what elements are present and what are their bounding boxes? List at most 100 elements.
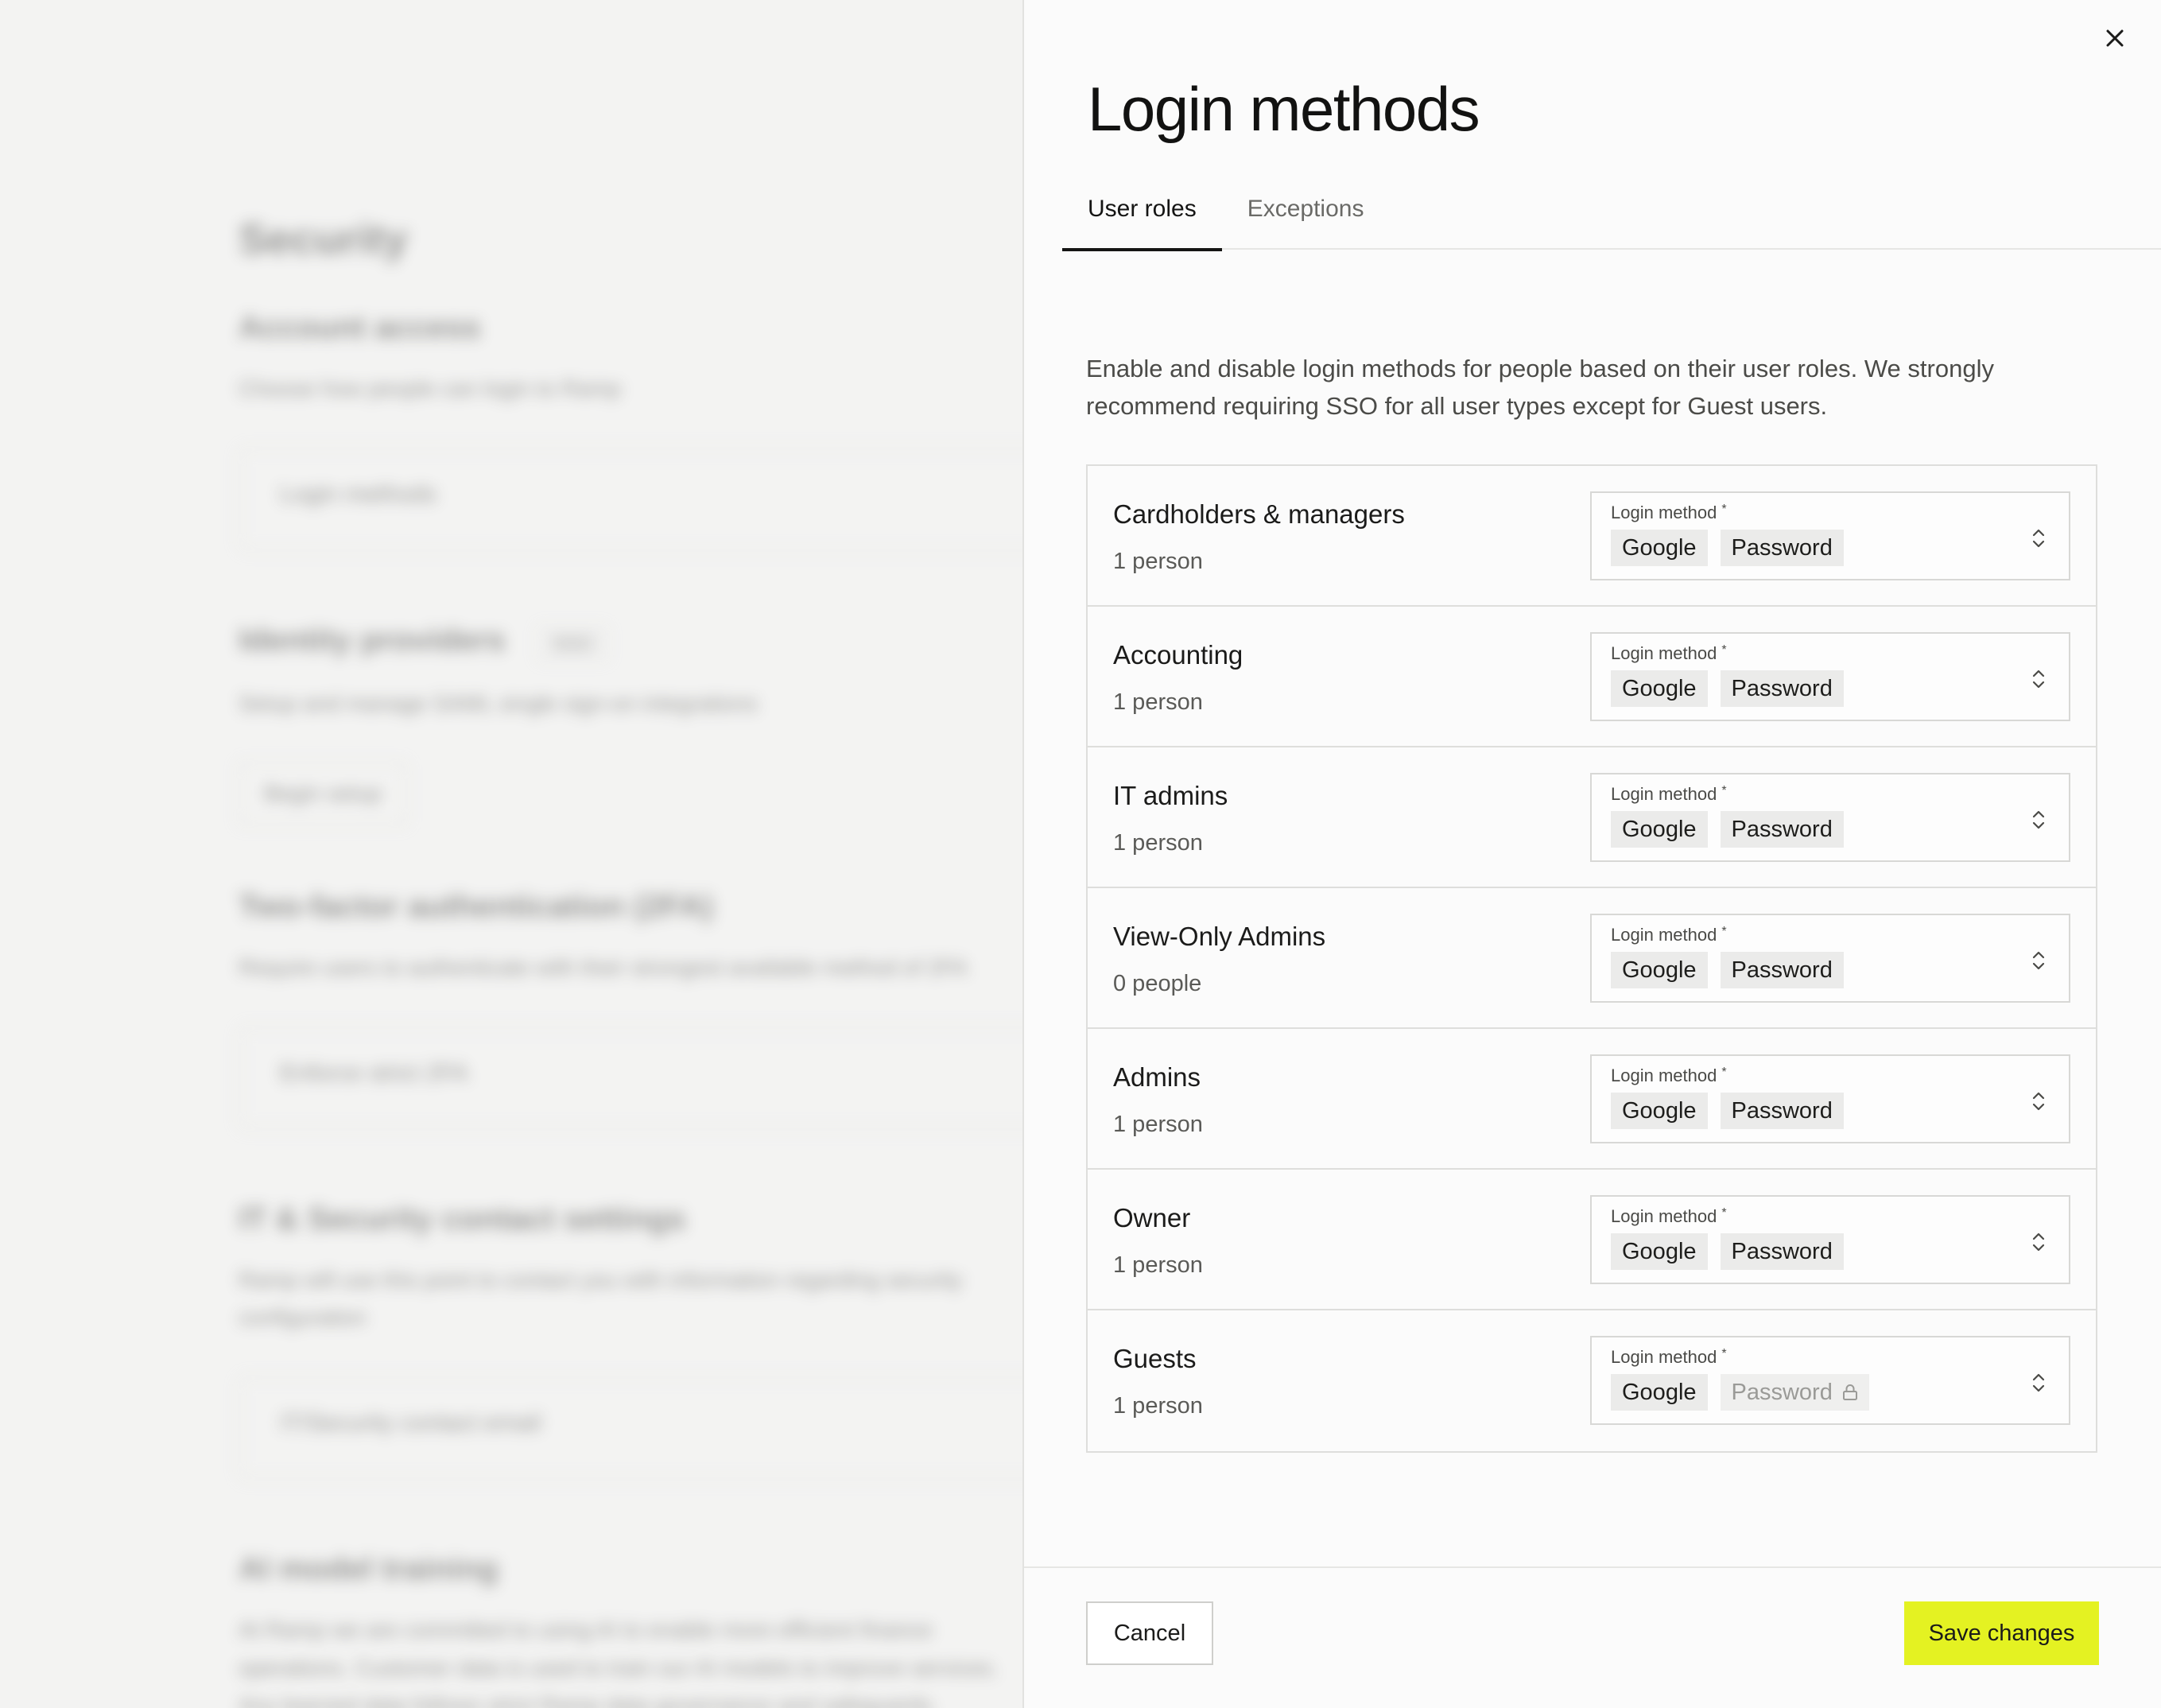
method-chip-label: Password [1731,675,1833,701]
drawer-description: Enable and disable login methods for peo… [1086,355,1994,420]
method-chip-label: Google [1622,816,1697,842]
role-member-count: 1 person [1113,689,1203,715]
required-marker: * [1721,925,1727,938]
login-method-select[interactable]: Login method * Google Password [1590,914,2070,1003]
method-chip-label: Google [1622,957,1697,983]
login-method-select[interactable]: Login method * Google Password [1590,1336,2070,1425]
chevron-up-down-icon [2032,810,2045,829]
role-row: Accounting 1 person Login method * Google Pas… [1088,607,2096,747]
strict-2fa-card: Enforce strict 2FA [239,1026,1026,1130]
role-member-count: 1 person [1113,1112,1203,1137]
method-chip[interactable]: Password [1720,670,1844,707]
role-name: Owner [1113,1203,1191,1232]
method-chip[interactable]: Password [1720,530,1844,566]
login-methods-drawer: Login methods User roles Exceptions Enab… [1022,0,2161,1708]
chevron-up-down-icon [2032,1232,2045,1252]
required-marker: * [1721,1347,1727,1361]
method-chip-label: Google [1622,1379,1697,1405]
tab-user-roles[interactable]: User roles [1062,177,1222,251]
role-name: View-Only Admins [1113,922,1326,951]
role-name: Cardholders & managers [1113,499,1405,529]
role-row: Admins 1 person Login method * Google Passwor… [1088,1029,2096,1170]
chevron-up-down-icon [2032,1092,2045,1111]
role-name: Admins [1113,1062,1201,1092]
cancel-button[interactable]: Cancel [1086,1601,1213,1665]
role-member-count: 1 person [1113,1252,1203,1278]
login-method-label: Login method * [1611,925,1727,945]
required-marker: * [1721,503,1727,516]
method-chip[interactable]: Google [1611,952,1708,988]
role-row: Owner 1 person Login method * Google Password [1088,1170,2096,1310]
background-page-title: Security [239,215,409,263]
login-method-select[interactable]: Login method * Google Password [1590,773,2070,862]
close-icon [2106,29,2124,47]
chevron-up-down-icon [2032,670,2045,689]
login-method-label-text: Login method [1611,503,1717,522]
two-factor-heading: Two-factor authentication (2FA) [239,889,714,925]
method-chip-label: Password [1731,957,1833,983]
role-member-count: 1 person [1113,1393,1203,1419]
login-method-label-text: Login method [1611,643,1717,663]
method-chip-label: Password [1731,1238,1833,1264]
begin-setup-button: Begin setup [239,762,407,826]
required-marker: * [1721,1206,1727,1220]
selected-methods: Google Password [1611,670,1844,707]
required-marker: * [1721,643,1727,657]
method-chip[interactable]: Password [1720,952,1844,988]
role-name: Guests [1113,1344,1197,1373]
method-chip[interactable]: Google [1611,1233,1708,1270]
method-chip[interactable]: Google [1611,811,1708,848]
it-contact-heading: IT & Security contact settings [239,1201,686,1236]
login-method-select[interactable]: Login method * Google Password [1590,1195,2070,1284]
account-access-description: Choose how people can login to Ramp [239,376,621,401]
login-method-label: Login method * [1611,1066,1727,1086]
login-method-label-text: Login method [1611,1206,1717,1226]
login-method-select[interactable]: Login method * Google Password [1590,1054,2070,1143]
method-chip-label: Password [1731,1097,1833,1124]
role-row: Guests 1 person Login method * Google Passwor… [1088,1310,2096,1451]
lock-icon [1842,1384,1857,1400]
tab-exceptions[interactable]: Exceptions [1222,177,1390,250]
login-method-label-text: Login method [1611,1347,1717,1367]
save-changes-button[interactable]: Save changes [1904,1601,2099,1665]
login-method-select[interactable]: Login method * Google Password [1590,632,2070,721]
selected-methods: Google Password [1611,530,1844,566]
method-chip-label: Password [1731,534,1833,561]
chevron-up-down-icon [2032,529,2045,548]
method-chip-label: Google [1622,675,1697,701]
two-factor-description: Require users to authenticate with their… [239,955,968,980]
login-method-label: Login method * [1611,1206,1727,1227]
identity-providers-heading: Identity providers SSO [239,623,1026,661]
method-chip[interactable]: Password [1720,1233,1844,1270]
selected-methods: Google Password [1611,1233,1844,1270]
login-methods-card-label: Login methods [280,480,436,507]
close-button[interactable] [2099,22,2131,54]
selected-methods: Google Password [1611,1374,1869,1411]
selected-methods: Google Password [1611,1093,1844,1129]
login-method-label: Login method * [1611,784,1727,805]
login-method-label-text: Login method [1611,1066,1717,1085]
login-method-label-text: Login method [1611,784,1717,804]
method-chip[interactable]: Google [1611,1374,1708,1411]
selected-methods: Google Password [1611,811,1844,848]
ai-training-heading: AI model training [239,1551,499,1586]
chevron-up-down-icon [2032,951,2045,970]
login-method-label-text: Login method [1611,925,1717,945]
required-marker: * [1721,1066,1727,1079]
login-method-label: Login method * [1611,643,1727,664]
login-method-select[interactable]: Login method * Google Password [1590,491,2070,580]
method-chip[interactable]: Google [1611,670,1708,707]
role-row: IT admins 1 person Login method * Google Pass… [1088,747,2096,888]
tab-bar: User roles Exceptions [1062,177,2161,251]
ai-training-description: At Ramp we are committed to using AI to … [239,1617,999,1708]
role-row: Cardholders & managers 1 person Login meth… [1088,466,2096,607]
method-chip[interactable]: Google [1611,1093,1708,1129]
method-chip[interactable]: Password [1720,811,1844,848]
method-chip[interactable]: Google [1611,530,1708,566]
role-member-count: 1 person [1113,830,1203,856]
strict-2fa-card-label: Enforce strict 2FA [280,1059,468,1086]
method-chip: Password [1720,1374,1869,1411]
method-chip[interactable]: Password [1720,1093,1844,1129]
role-row: View-Only Admins 0 people Login method * Goo… [1088,888,2096,1029]
identity-providers-description: Setup and manage SAML single sign-on int… [239,690,758,716]
